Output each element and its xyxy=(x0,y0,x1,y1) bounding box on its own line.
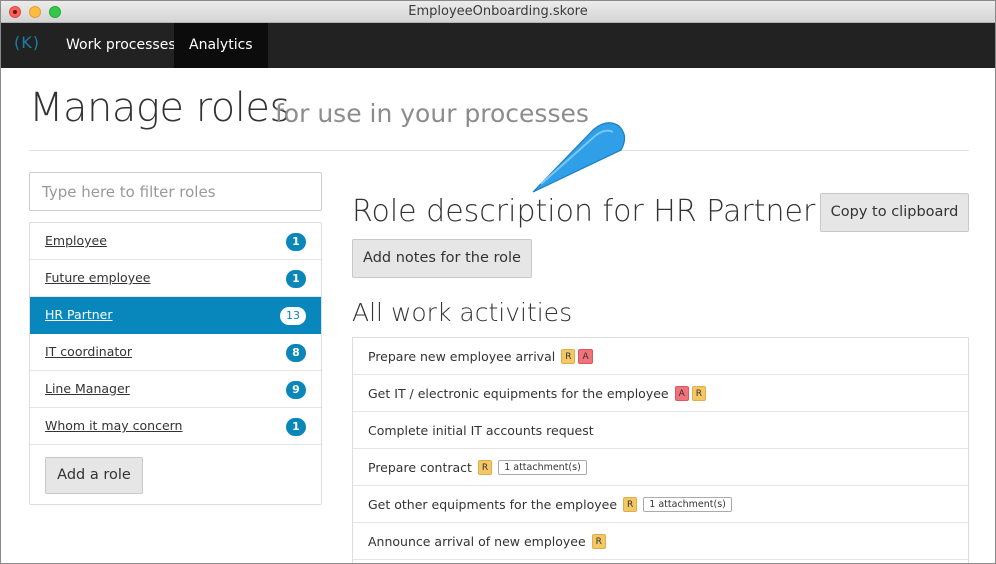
role-count-badge: 1 xyxy=(286,233,306,251)
role-count-badge: 9 xyxy=(286,381,306,399)
window-title: EmployeeOnboarding.skore xyxy=(408,4,588,19)
role-item-employee[interactable]: Employee 1 xyxy=(30,223,321,260)
role-item-it-coordinator[interactable]: IT coordinator 8 xyxy=(30,334,321,371)
role-name[interactable]: HR Partner xyxy=(45,307,113,322)
activity-row[interactable]: Announce arrival of new employee R xyxy=(353,523,968,560)
add-role-button[interactable]: Add a role xyxy=(45,457,143,494)
attachment-badge[interactable]: 1 attachment(s) xyxy=(643,496,732,512)
responsible-tag: R xyxy=(691,385,707,401)
page-title: Manage roles xyxy=(29,85,290,131)
add-notes-button[interactable]: Add notes for the role xyxy=(352,239,532,278)
accountable-tag: A xyxy=(674,385,689,401)
role-name[interactable]: IT coordinator xyxy=(45,344,132,359)
activity-label: Prepare new employee arrival xyxy=(368,348,556,364)
role-count-badge: 8 xyxy=(286,344,306,362)
activity-label: Announce arrival of new employee xyxy=(368,533,586,549)
role-item-line-manager[interactable]: Line Manager 9 xyxy=(30,371,321,408)
activity-row[interactable]: Get other equipments for the employee R … xyxy=(353,486,968,523)
role-count-badge: 1 xyxy=(286,270,306,288)
activity-label: Get other equipments for the employee xyxy=(368,496,618,512)
role-filter-input[interactable] xyxy=(29,172,322,211)
role-name[interactable]: Whom it may concern xyxy=(45,418,182,433)
callout-pointer-icon xyxy=(532,122,626,193)
responsible-tag: R xyxy=(561,348,576,364)
nav-analytics[interactable]: Analytics xyxy=(174,23,268,68)
responsible-tag: R xyxy=(477,459,493,475)
role-item-hr-partner[interactable]: HR Partner 13 xyxy=(30,297,321,334)
responsible-tag: R xyxy=(591,533,606,549)
app-logo-icon[interactable]: (K) xyxy=(14,33,40,52)
copy-to-clipboard-button[interactable]: Copy to clipboard xyxy=(820,193,969,232)
activity-label: Prepare contract xyxy=(368,459,472,475)
role-description-heading: Role description for HR Partner xyxy=(352,194,816,229)
header-divider xyxy=(29,150,969,151)
activity-row[interactable]: Prepare new employee arrival R A xyxy=(353,338,968,375)
activity-label: Get IT / electronic equipments for the e… xyxy=(368,385,669,401)
role-item-whom-it-may-concern[interactable]: Whom it may concern 1 xyxy=(30,408,321,445)
role-name[interactable]: Future employee xyxy=(45,270,150,285)
attachment-badge[interactable]: 1 attachment(s) xyxy=(498,459,587,475)
activity-list: Prepare new employee arrival R A Get IT … xyxy=(352,337,969,563)
title-bar: EmployeeOnboarding.skore xyxy=(1,1,995,23)
app-window: EmployeeOnboarding.skore (K) Work proces… xyxy=(0,0,996,564)
role-name[interactable]: Employee xyxy=(45,233,107,248)
role-item-future-employee[interactable]: Future employee 1 xyxy=(30,260,321,297)
top-navbar: (K) Work processes Analytics xyxy=(1,23,995,68)
role-count-badge: 13 xyxy=(280,307,306,325)
role-count-badge: 1 xyxy=(286,418,306,436)
nav-work-processes[interactable]: Work processes xyxy=(51,23,191,68)
role-list: Employee 1 Future employee 1 HR Partner … xyxy=(29,222,322,505)
activity-label: Complete initial IT accounts request xyxy=(368,422,594,438)
accountable-tag: A xyxy=(578,348,593,364)
role-name[interactable]: Line Manager xyxy=(45,381,130,396)
responsible-tag: R xyxy=(623,496,638,512)
activities-heading: All work activities xyxy=(352,298,573,327)
activity-row[interactable]: Get IT / electronic equipments for the e… xyxy=(353,375,968,412)
activity-row[interactable]: Prepare contract R 1 attachment(s) xyxy=(353,449,968,486)
activity-row[interactable]: Complete initial IT accounts request xyxy=(353,412,968,449)
